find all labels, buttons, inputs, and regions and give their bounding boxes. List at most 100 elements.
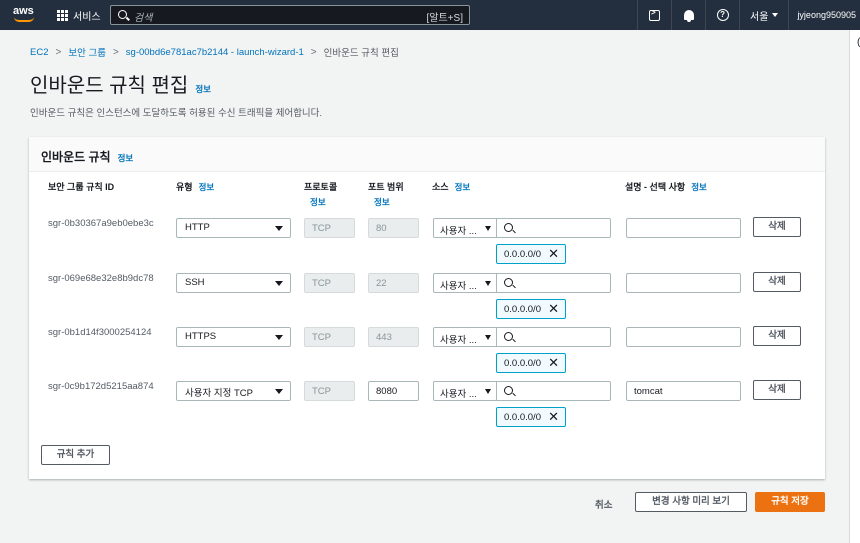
rule-id: sgr-0b30367a9eb0ebe3c [48,218,154,229]
side-panel-edge: ( [849,30,860,543]
cidr-value: 0.0.0.0/0 [504,249,541,260]
source-type-value: 사용자 ... [440,335,477,346]
description-input[interactable] [626,273,741,293]
source-type-select[interactable]: 사용자 ... [433,273,497,293]
cidr-token: 0.0.0.0/0 ✕ [496,299,566,319]
column-rule-id-label: 보안 그룹 규칙 ID [48,182,115,192]
caret-down-icon [485,226,491,231]
remove-token-icon[interactable]: ✕ [548,356,559,370]
description-input[interactable] [626,218,741,238]
rule-id: sgr-0b1d14f3000254124 [48,327,152,338]
column-port-range-label: 포트 범위 [368,182,404,192]
aws-logo[interactable]: aws [12,5,38,25]
breadcrumb-ec2[interactable]: EC2 [30,47,48,58]
source-search-input[interactable] [497,273,611,293]
services-menu-button[interactable]: 서비스 [57,8,101,23]
search-icon [504,223,513,232]
protocol-info-link[interactable]: 정보 [310,196,337,208]
chevron-right-icon: > [112,46,119,58]
grid-icon [57,9,68,21]
panel-title: 인바운드 규칙 정보 [41,148,133,165]
protocol-field: TCP [304,218,355,238]
type-select[interactable]: 사용자 지정 TCP [176,381,291,401]
delete-rule-button[interactable]: 삭제 [753,326,801,346]
caret-down-icon [485,335,491,340]
page-title-text: 인바운드 규칙 편집 [30,75,189,97]
type-select[interactable]: HTTPS [176,327,291,347]
column-header-description: 설명 - 선택 사항 정보 [625,180,707,193]
source-type-value: 사용자 ... [440,226,477,237]
remove-token-icon[interactable]: ✕ [548,247,559,261]
help-icon: ? [716,9,729,21]
column-header-port-range: 포트 범위정보 [368,180,404,208]
panel-header: 인바운드 규칙 정보 [29,137,825,172]
chevron-down-icon [772,13,779,17]
cidr-token: 0.0.0.0/0 ✕ [496,244,566,264]
column-header-type: 유형 정보 [176,180,214,193]
page-info-link[interactable]: 정보 [195,83,211,95]
preview-changes-button[interactable]: 변경 사항 미리 보기 [635,492,747,512]
aws-logo-text: aws [13,5,34,17]
breadcrumb-current: 인바운드 규칙 편집 [323,48,399,59]
panel-title-text: 인바운드 규칙 [41,150,111,164]
source-search-input[interactable] [497,381,611,401]
search-placeholder: 검색 [134,13,153,24]
rule-id: sgr-0c9b172d5215aa874 [48,381,154,392]
inbound-rules-panel: 인바운드 규칙 정보 보안 그룹 규칙 ID 유형 정보 프로토콜 정보 포트 범위… [29,137,825,479]
caret-down-icon [275,281,283,286]
source-info-link[interactable]: 정보 [455,182,471,192]
panel-info-link[interactable]: 정보 [118,152,134,164]
port-range-input[interactable]: 8080 [368,381,419,401]
description-info-link[interactable]: 정보 [691,182,707,192]
column-header-protocol: 프로토콜 정보 [304,180,337,208]
breadcrumb-security-groups[interactable]: 보안 그룹 [68,45,106,59]
notifications-button[interactable] [671,0,705,30]
search-input[interactable]: 검색 [알트+S] [110,5,470,25]
rule-id: sgr-069e68e32e8b9dc78 [48,273,154,284]
top-navigation: aws 서비스 검색 [알트+S] ? 서울 jyjeong950905 [0,0,860,30]
column-header-source: 소스 정보 [432,180,470,193]
cloudshell-button[interactable] [637,0,671,30]
account-menu[interactable]: jyjeong950905 [788,0,860,30]
services-label: 서비스 [73,11,101,23]
delete-rule-button[interactable]: 삭제 [753,217,801,237]
cidr-value: 0.0.0.0/0 [504,304,541,315]
delete-rule-button[interactable]: 삭제 [753,380,801,400]
remove-token-icon[interactable]: ✕ [548,410,559,424]
port-range-info-link[interactable]: 정보 [374,196,404,208]
cidr-value: 0.0.0.0/0 [504,412,541,423]
save-rules-button[interactable]: 규칙 저장 [755,492,825,512]
source-search-input[interactable] [497,327,611,347]
breadcrumb: EC2 > 보안 그룹 > sg-00bd6e781ac7b2144 - lau… [30,45,399,60]
type-value: HTTPS [185,331,217,342]
type-value: SSH [185,277,205,288]
search-icon [504,386,513,395]
column-header-rule-id: 보안 그룹 규칙 ID [48,180,114,193]
region-selector[interactable]: 서울 [739,0,788,30]
source-type-select[interactable]: 사용자 ... [433,381,497,401]
description-input[interactable] [626,327,741,347]
breadcrumb-security-group[interactable]: sg-00bd6e781ac7b2144 - launch-wizard-1 [126,47,304,58]
source-search-input[interactable] [497,218,611,238]
protocol-field: TCP [304,327,355,347]
help-button[interactable]: ? [705,0,739,30]
type-info-link[interactable]: 정보 [199,182,215,192]
region-label: 서울 [750,11,769,23]
type-value: HTTP [185,222,210,233]
type-select[interactable]: HTTP [176,218,291,238]
source-type-select[interactable]: 사용자 ... [433,218,497,238]
add-rule-button[interactable]: 규칙 추가 [41,445,110,465]
remove-token-icon[interactable]: ✕ [548,302,559,316]
search-icon [118,10,127,19]
caret-down-icon [275,335,283,340]
protocol-field: TCP [304,381,355,401]
column-source-label: 소스 [432,182,449,192]
caret-down-icon [485,389,491,394]
type-select[interactable]: SSH [176,273,291,293]
aws-smile-icon [14,17,34,22]
column-description-label: 설명 - 선택 사항 [625,182,686,192]
source-type-select[interactable]: 사용자 ... [433,327,497,347]
delete-rule-button[interactable]: 삭제 [753,272,801,292]
description-input[interactable]: tomcat [626,381,741,401]
cancel-button[interactable]: 취소 [595,497,612,511]
